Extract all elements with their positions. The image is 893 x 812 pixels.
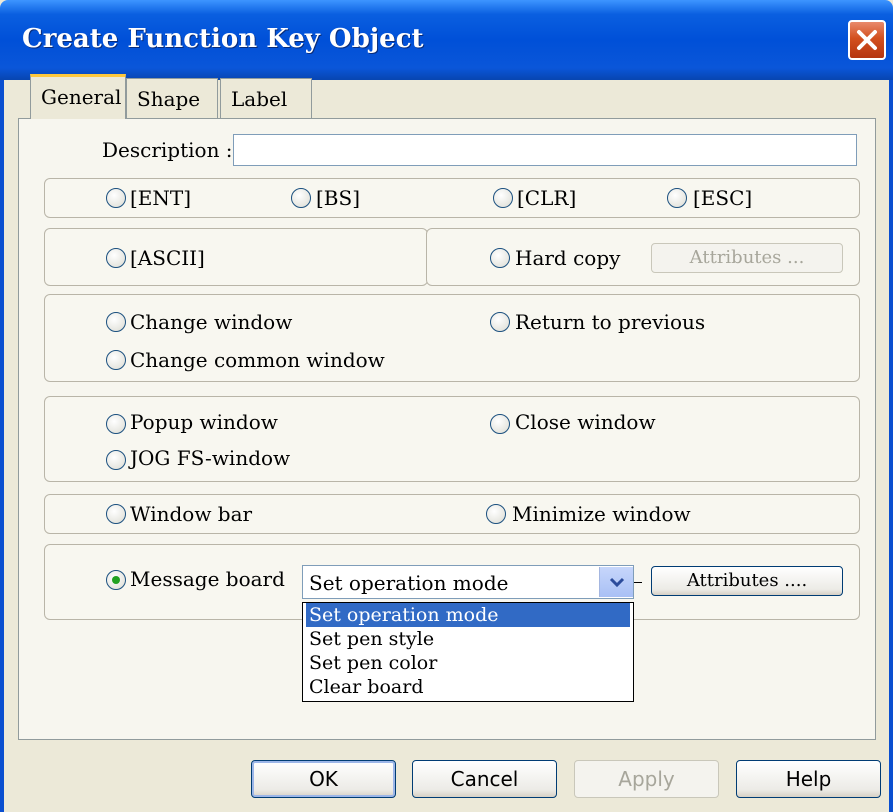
radio-popup-window-label: Popup window — [130, 410, 278, 434]
radio-close-window-label: Close window — [515, 410, 656, 434]
radio-change-window-label: Change window — [130, 310, 293, 334]
radio-clr-label: [CLR] — [517, 186, 577, 210]
radio-ent-label: [ENT] — [130, 186, 192, 210]
radio-jog-fs-window[interactable] — [106, 450, 126, 470]
window-frame-right — [889, 80, 893, 812]
help-button[interactable]: Help — [736, 760, 881, 798]
dropdown-option-clear-board[interactable]: Clear board — [306, 675, 630, 699]
radio-message-board[interactable] — [106, 570, 126, 590]
tab-label[interactable]: Label — [220, 78, 312, 118]
message-mode-select-value: Set operation mode — [309, 571, 509, 595]
ascii-group — [44, 228, 428, 286]
chevron-down-icon — [609, 577, 625, 588]
dropdown-arrow-button[interactable] — [599, 567, 633, 597]
description-label: Description : — [102, 138, 233, 162]
radio-jog-fs-window-label: JOG FS-window — [130, 446, 291, 470]
tab-shape-label: Shape — [137, 87, 201, 111]
cancel-button[interactable]: Cancel — [412, 760, 557, 798]
apply-button[interactable]: Apply — [574, 760, 719, 798]
radio-hard-copy[interactable] — [490, 248, 510, 268]
radio-bs-label: [BS] — [316, 186, 361, 210]
close-button[interactable] — [848, 20, 886, 60]
tab-label-label: Label — [231, 87, 288, 111]
radio-change-window[interactable] — [106, 312, 126, 332]
dropdown-option-set-pen-color[interactable]: Set pen color — [306, 651, 630, 675]
message-board-attributes-button[interactable]: Attributes .... — [651, 566, 843, 596]
dropdown-option-set-operation-mode[interactable]: Set operation mode — [306, 603, 630, 627]
radio-message-board-label: Message board — [130, 567, 285, 591]
message-mode-dropdown-list[interactable]: Set operation mode Set pen style Set pen… — [302, 602, 634, 702]
radio-hard-copy-label: Hard copy — [515, 246, 621, 270]
radio-ascii[interactable] — [106, 248, 126, 268]
tab-general[interactable]: General — [30, 74, 126, 119]
description-input[interactable] — [233, 134, 857, 166]
message-mode-select[interactable]: Set operation mode — [302, 565, 634, 599]
radio-popup-window[interactable] — [106, 414, 126, 434]
radio-ent[interactable] — [106, 188, 126, 208]
radio-clr[interactable] — [493, 188, 513, 208]
hard-copy-attributes-button[interactable]: Attributes ... — [651, 243, 843, 273]
radio-esc-label: [ESC] — [693, 186, 753, 210]
radio-window-bar-label: Window bar — [130, 502, 253, 526]
radio-minimize-window-label: Minimize window — [512, 502, 691, 526]
window-frame-left — [0, 80, 4, 812]
close-icon — [857, 30, 877, 50]
radio-change-common-window[interactable] — [106, 350, 126, 370]
title-bar[interactable]: Create Function Key Object — [0, 0, 893, 80]
radio-close-window[interactable] — [490, 414, 510, 434]
radio-esc[interactable] — [667, 188, 687, 208]
radio-bs[interactable] — [291, 188, 311, 208]
radio-ascii-label: [ASCII] — [130, 246, 205, 270]
radio-return-to-previous[interactable] — [490, 312, 510, 332]
radio-change-common-window-label: Change common window — [130, 348, 385, 372]
radio-minimize-window[interactable] — [486, 504, 506, 524]
ok-button[interactable]: OK — [251, 760, 396, 798]
dropdown-option-set-pen-style[interactable]: Set pen style — [306, 627, 630, 651]
window-title: Create Function Key Object — [22, 24, 424, 54]
radio-return-to-previous-label: Return to previous — [515, 310, 706, 334]
tab-general-label: General — [41, 85, 122, 109]
radio-window-bar[interactable] — [106, 504, 126, 524]
tab-shape[interactable]: Shape — [126, 78, 218, 118]
combo-connector-line — [634, 582, 642, 583]
